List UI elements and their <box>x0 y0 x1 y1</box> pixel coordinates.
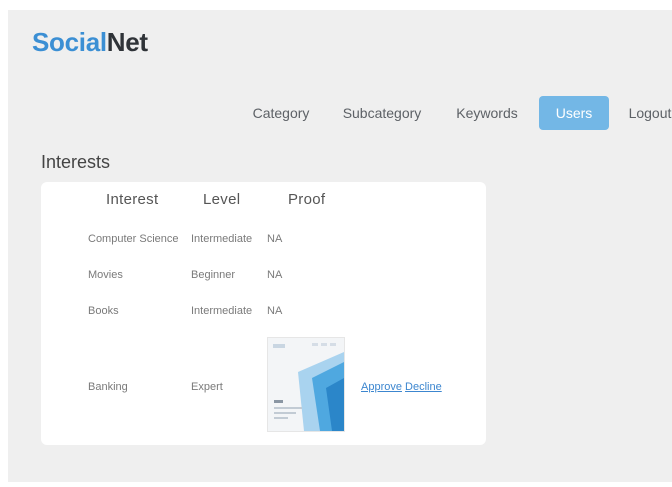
nav-subcategory[interactable]: Subcategory <box>341 96 423 130</box>
cell-level: Intermediate <box>191 305 253 317</box>
approve-link[interactable]: Approve <box>361 381 402 393</box>
cell-proof: NA <box>267 233 283 245</box>
cell-level: Expert <box>191 381 223 393</box>
cell-proof: NA <box>267 305 283 317</box>
nav-keywords[interactable]: Keywords <box>454 96 520 130</box>
cell-interest: Computer Science <box>88 233 179 245</box>
brand-logo[interactable]: SocialNet <box>32 27 148 58</box>
cell-level: Intermediate <box>191 233 253 245</box>
cell-interest: Movies <box>88 269 123 281</box>
row-actions: Approve Decline <box>361 381 442 393</box>
section-title: Interests <box>41 152 111 172</box>
top-navigation: Category Subcategory Keywords Users Logo… <box>8 96 672 130</box>
proof-thumbnail-image[interactable] <box>267 337 345 432</box>
cell-level: Beginner <box>191 269 236 281</box>
page-background: SocialNet Category Subcategory Keywords … <box>8 10 672 482</box>
nav-logout[interactable]: Logout <box>625 96 672 130</box>
interests-card: Interest Level Proof Computer Science In… <box>41 182 486 445</box>
column-header-interest: Interest <box>106 191 159 208</box>
column-header-proof: Proof <box>288 191 326 208</box>
cell-interest: Books <box>88 305 119 317</box>
cell-interest: Banking <box>88 381 128 393</box>
brand-logo-part2: Net <box>106 27 148 57</box>
column-header-level: Level <box>203 191 241 208</box>
brand-logo-part1: Social <box>32 27 107 57</box>
cell-proof: NA <box>267 269 283 281</box>
proof-screenshot-icon <box>268 338 344 431</box>
nav-category[interactable]: Category <box>250 96 312 130</box>
decline-link[interactable]: Decline <box>405 381 442 393</box>
nav-users[interactable]: Users <box>539 96 609 130</box>
